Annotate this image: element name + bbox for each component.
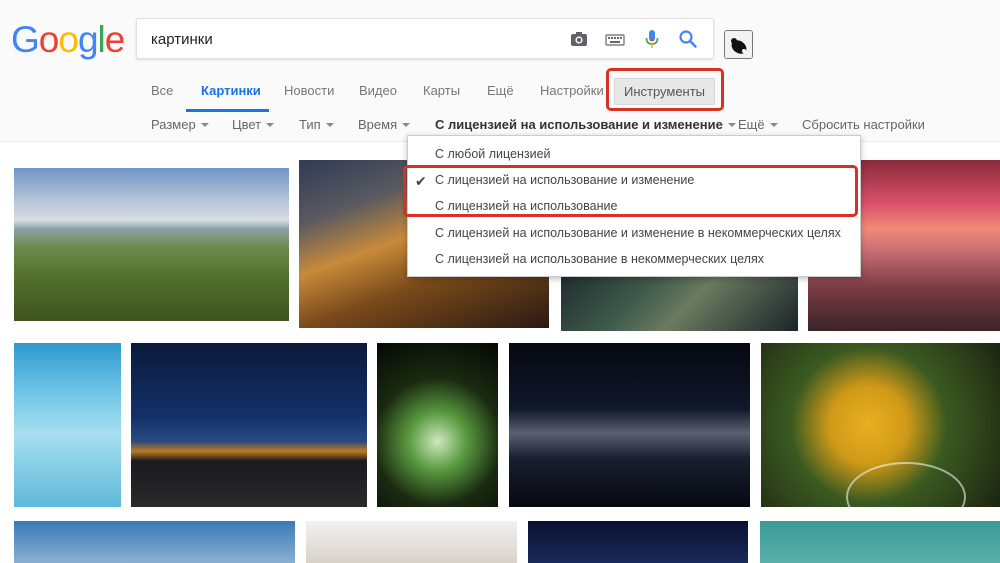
active-tab-underline (186, 109, 269, 112)
filter-type-label: Тип (299, 117, 321, 132)
logo-letter: l (97, 19, 106, 60)
tab-images[interactable]: Картинки (201, 83, 261, 98)
filter-license-label: С лицензией на использование и изменение (435, 117, 723, 132)
license-option-any[interactable]: С любой лицензией (435, 147, 551, 161)
image-result[interactable] (561, 268, 798, 331)
google-images-page: Google картинки Все Картинки Новости Вид… (0, 0, 1000, 563)
caret-down-icon (200, 123, 209, 127)
image-result[interactable] (306, 521, 517, 563)
tab-maps[interactable]: Карты (423, 83, 460, 98)
search-box: картинки (136, 18, 714, 59)
caret-down-icon (769, 123, 778, 127)
search-icon[interactable] (677, 28, 699, 50)
filter-license[interactable]: С лицензией на использование и изменение (435, 117, 736, 132)
keyboard-icon[interactable] (604, 28, 626, 50)
tab-videos[interactable]: Видео (359, 83, 397, 98)
tab-more[interactable]: Ещё (487, 83, 514, 98)
microphone-icon[interactable] (641, 28, 663, 50)
image-result[interactable] (14, 343, 121, 507)
license-option-use-noncommercial[interactable]: С лицензией на использование в некоммерч… (435, 252, 764, 266)
image-result[interactable] (131, 343, 367, 507)
caret-down-icon (402, 123, 411, 127)
image-result[interactable] (14, 168, 289, 321)
logo-letter: o (38, 19, 60, 60)
tab-news[interactable]: Новости (284, 83, 334, 98)
logo-letter: G (11, 19, 40, 60)
filter-more-label: Ещё (738, 117, 765, 132)
logo-letter: o (58, 19, 79, 60)
avatar[interactable] (724, 30, 753, 59)
image-result[interactable] (14, 521, 295, 563)
tools-highlight-frame (606, 68, 724, 111)
license-highlight-frame (403, 165, 858, 217)
filter-size-label: Размер (151, 117, 196, 132)
image-result[interactable] (509, 343, 750, 507)
image-result[interactable] (377, 343, 498, 507)
header: Google картинки Все Картинки Новости Вид… (0, 0, 1000, 142)
logo-letter: g (77, 19, 99, 60)
filter-type[interactable]: Тип (299, 117, 334, 132)
image-result[interactable] (528, 521, 748, 563)
license-option-use-modify-noncommercial[interactable]: С лицензией на использование и изменение… (435, 226, 841, 240)
logo-letter: e (104, 19, 126, 60)
filter-color[interactable]: Цвет (232, 117, 275, 132)
google-logo[interactable]: Google (11, 18, 126, 62)
caret-down-icon (727, 123, 736, 127)
filter-color-label: Цвет (232, 117, 262, 132)
filter-time[interactable]: Время (358, 117, 411, 132)
search-input[interactable]: картинки (151, 31, 213, 48)
caret-down-icon (266, 123, 275, 127)
camera-icon[interactable] (568, 28, 590, 50)
filter-more[interactable]: Ещё (738, 117, 778, 132)
tab-all[interactable]: Все (151, 83, 173, 98)
filter-size[interactable]: Размер (151, 117, 209, 132)
caret-down-icon (325, 123, 334, 127)
image-result[interactable] (760, 521, 1000, 563)
filter-time-label: Время (358, 117, 398, 132)
reset-settings-link[interactable]: Сбросить настройки (802, 117, 925, 132)
tab-settings[interactable]: Настройки (540, 83, 604, 98)
